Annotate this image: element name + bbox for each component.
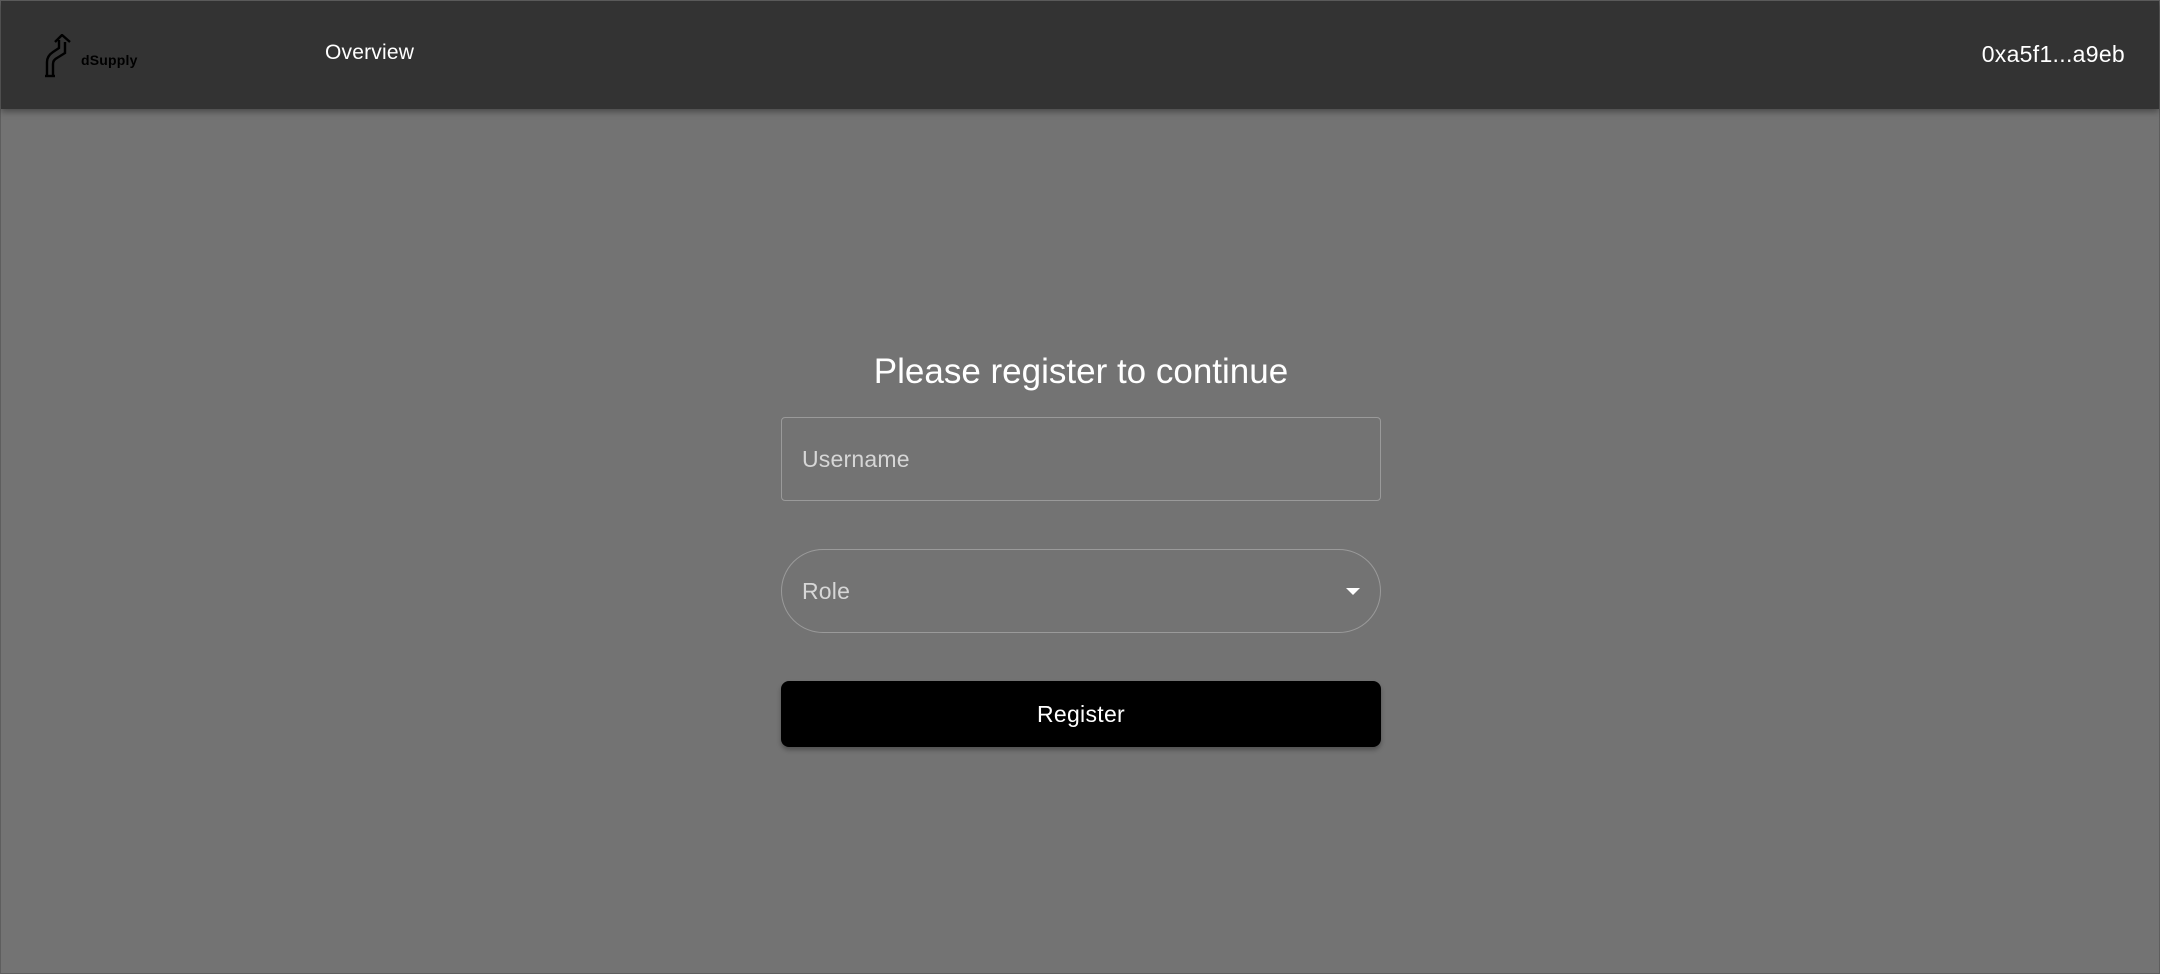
username-input[interactable]: Username bbox=[781, 417, 1381, 501]
logo-text: dSupply bbox=[81, 52, 138, 68]
register-button[interactable]: Register bbox=[781, 681, 1381, 747]
logo[interactable]: dSupply bbox=[43, 33, 153, 79]
upward-arrow-icon bbox=[43, 34, 77, 78]
nav-overview-link[interactable]: Overview bbox=[325, 41, 414, 65]
top-app-bar: dSupply Overview 0xa5f1...a9eb bbox=[1, 1, 2159, 109]
role-select[interactable]: Role bbox=[781, 549, 1381, 633]
dropdown-caret-icon bbox=[1346, 588, 1360, 595]
page-title: Please register to continue bbox=[873, 352, 1289, 391]
username-placeholder: Username bbox=[802, 445, 910, 472]
account-address: 0xa5f1...a9eb bbox=[1981, 41, 2125, 67]
app-window: dSupply Overview 0xa5f1...a9eb Please re… bbox=[0, 0, 2160, 974]
role-placeholder: Role bbox=[802, 577, 851, 604]
register-form: Please register to continue Username Rol… bbox=[781, 337, 1381, 747]
